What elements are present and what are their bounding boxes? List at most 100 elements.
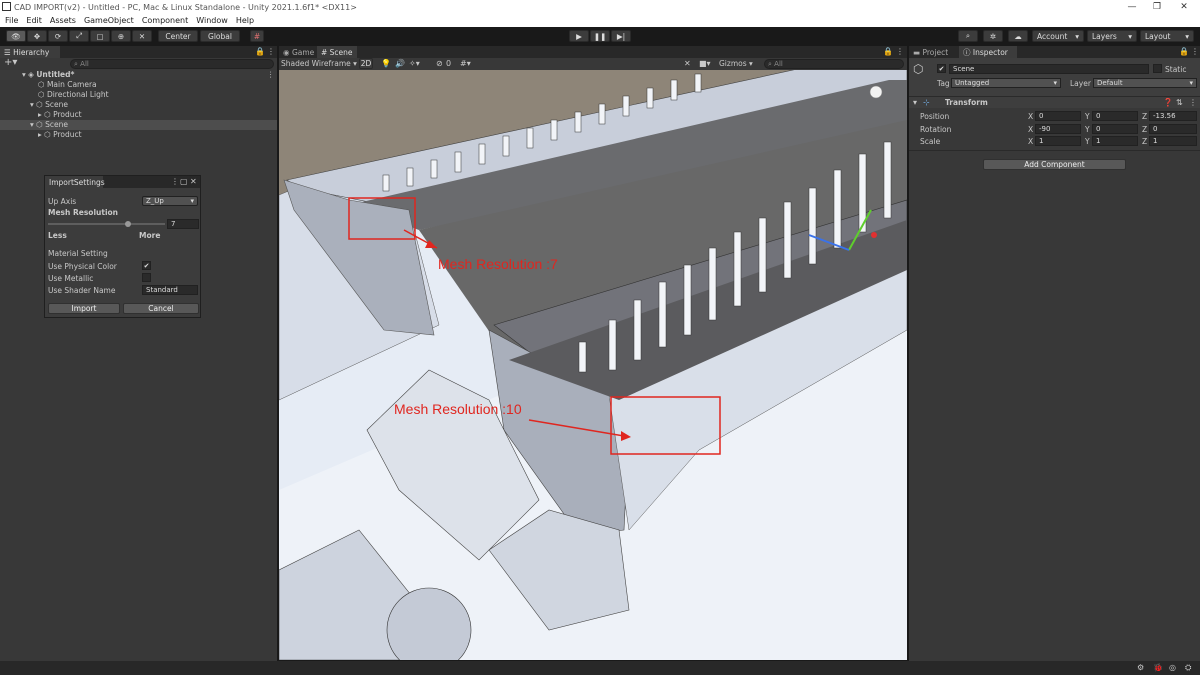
more-label: More (139, 231, 161, 240)
scale-tool-icon[interactable]: ⤢ (69, 30, 89, 42)
object-name-input[interactable]: Scene (949, 64, 1149, 74)
account-dropdown[interactable]: Account ▾ (1032, 30, 1084, 42)
help-icon[interactable]: ❓ (1163, 98, 1173, 108)
close-window-button[interactable]: ✕ (1172, 0, 1196, 14)
menu-help[interactable]: Help (236, 16, 254, 25)
tools-icon[interactable]: ✕ (684, 59, 691, 69)
expand-icon: ▾ ⬡ (30, 120, 46, 129)
menu-dots-icon[interactable]: ⋮ (171, 177, 179, 187)
debug-icon[interactable]: 🐞 (1153, 663, 1163, 673)
gizmos-label: Gizmos (719, 59, 747, 68)
step-button[interactable]: ▶| (611, 30, 631, 42)
menu-dots-icon[interactable]: ⋮ (267, 70, 275, 79)
console-icon[interactable]: ⚙ (1137, 663, 1144, 673)
cancel-button[interactable]: Cancel (123, 303, 199, 314)
effects-icon[interactable]: ✧▾ (409, 59, 420, 69)
lock-icon[interactable]: 🔒 (883, 47, 893, 57)
close-icon[interactable]: ✕ (190, 177, 197, 187)
rotation-x-input[interactable]: -90 (1035, 124, 1081, 134)
move-tool-icon[interactable]: ✥ (27, 30, 47, 42)
add-object-button[interactable]: +▾ (4, 58, 17, 68)
hierarchy-search-input[interactable]: ⌕ All (70, 59, 274, 69)
tab-project[interactable]: ▬ Project (909, 46, 959, 58)
menu-edit[interactable]: Edit (26, 16, 42, 25)
tab-game[interactable]: ◉ Game (279, 46, 317, 58)
menu-component[interactable]: Component (142, 16, 188, 25)
maximize-icon[interactable]: ▢ (180, 177, 188, 187)
list-item[interactable]: ▾ ⬡ Scene (0, 120, 277, 130)
layout-dropdown[interactable]: Layout ▾ (1140, 30, 1194, 42)
settings-icon[interactable]: ⛭ (1185, 663, 1191, 673)
active-checkbox[interactable]: ✔ (937, 64, 946, 73)
transform-tool-icon[interactable]: ⊕ (111, 30, 131, 42)
tab-scene[interactable]: # Scene (317, 46, 357, 58)
scene-viewport[interactable]: Mesh Resolution :7 Mesh Resolution :10 (279, 70, 907, 660)
pivot-global-button[interactable]: Global (200, 30, 240, 42)
list-item[interactable]: ▸ ⬡ Product (38, 130, 82, 139)
add-component-button[interactable]: Add Component (983, 159, 1126, 170)
mode-2d-button[interactable]: 2D (359, 58, 373, 69)
pivot-center-button[interactable]: Center (158, 30, 198, 42)
list-item[interactable]: ⬡ Directional Light (38, 90, 109, 99)
lock-icon[interactable]: 🔒 (255, 47, 265, 57)
transform-header[interactable]: ▾ ⊹ Transform ❓ ⇅ ⋮ (909, 96, 1200, 108)
position-x-input[interactable]: 0 (1035, 111, 1081, 121)
rotation-z-input[interactable]: 0 (1149, 124, 1197, 134)
menu-assets[interactable]: Assets (50, 16, 76, 25)
grid-snap-icon[interactable]: # (250, 30, 264, 42)
rotation-y-input[interactable]: 0 (1092, 124, 1138, 134)
menu-file[interactable]: File (5, 16, 18, 25)
gizmos-dropdown[interactable]: Gizmos ▾ (719, 59, 753, 68)
position-z-input[interactable]: -13.56 (1149, 111, 1197, 121)
search-icon[interactable]: ⌕ (958, 30, 978, 42)
layer-dropdown[interactable]: Default ▾ (1093, 78, 1197, 88)
menu-dots-icon[interactable]: ⋮ (267, 47, 275, 57)
custom-tool-icon[interactable]: ✕ (132, 30, 152, 42)
scene-search-input[interactable]: ⌕ All (764, 59, 904, 69)
collab-icon[interactable]: ✲ (983, 30, 1003, 42)
use-metallic-checkbox[interactable] (142, 273, 151, 282)
preset-icon[interactable]: ⇅ (1176, 98, 1183, 108)
tab-import-settings[interactable]: ImportSettings (45, 176, 105, 188)
list-item[interactable]: ▾ ◈ Untitled* ⋮ (0, 70, 277, 80)
restore-button[interactable]: ❐ (1145, 0, 1169, 14)
mesh-resolution-field[interactable]: 7 (167, 219, 199, 229)
use-physical-color-checkbox[interactable]: ✔ (142, 261, 151, 270)
static-checkbox[interactable] (1153, 64, 1162, 73)
menu-dots-icon[interactable]: ⋮ (1191, 47, 1199, 57)
shader-name-input[interactable]: Standard (142, 285, 198, 295)
audio-icon[interactable]: 🔊 (395, 59, 405, 69)
menu-dots-icon[interactable]: ⋮ (1189, 98, 1197, 108)
up-axis-dropdown[interactable]: Z_Up ▾ (142, 196, 198, 206)
list-item[interactable]: ▾ ⬡ Scene (30, 100, 68, 109)
menu-gameobject[interactable]: GameObject (84, 16, 134, 25)
mesh-resolution-slider-handle[interactable] (125, 221, 131, 227)
view-tool-icon[interactable]: 👁 (6, 30, 26, 42)
tab-inspector[interactable]: ⓘ Inspector (959, 46, 1017, 58)
mesh-resolution-slider-track[interactable] (48, 223, 165, 225)
camera-icon[interactable]: ■▾ (699, 59, 711, 69)
layers-dropdown[interactable]: Layers ▾ (1087, 30, 1137, 42)
lock-icon[interactable]: 🔒 (1179, 47, 1189, 57)
lighting-icon[interactable]: 💡 (381, 59, 391, 69)
play-button[interactable]: ▶ (569, 30, 589, 42)
grid-icon[interactable]: #▾ (460, 59, 471, 69)
rect-tool-icon[interactable]: ▢ (90, 30, 110, 42)
list-item[interactable]: ⬡ Main Camera (38, 80, 97, 89)
hidden-objects-icon[interactable]: ⊘ (436, 59, 443, 69)
tag-dropdown[interactable]: Untagged ▾ (951, 78, 1061, 88)
scale-x-input[interactable]: 1 (1035, 136, 1081, 146)
scale-z-input[interactable]: 1 (1149, 136, 1197, 146)
import-button[interactable]: Import (48, 303, 120, 314)
minimize-button[interactable]: — (1120, 0, 1144, 14)
rotate-tool-icon[interactable]: ⟳ (48, 30, 68, 42)
progress-icon[interactable]: ◎ (1169, 663, 1176, 673)
menu-dots-icon[interactable]: ⋮ (896, 47, 904, 57)
shading-mode-dropdown[interactable]: Shaded Wireframe ▾ (281, 59, 357, 68)
pause-button[interactable]: ❚❚ (590, 30, 610, 42)
scale-y-input[interactable]: 1 (1092, 136, 1138, 146)
position-y-input[interactable]: 0 (1092, 111, 1138, 121)
cloud-icon[interactable]: ☁ (1008, 30, 1028, 42)
list-item[interactable]: ▸ ⬡ Product (38, 110, 82, 119)
menu-window[interactable]: Window (196, 16, 228, 25)
